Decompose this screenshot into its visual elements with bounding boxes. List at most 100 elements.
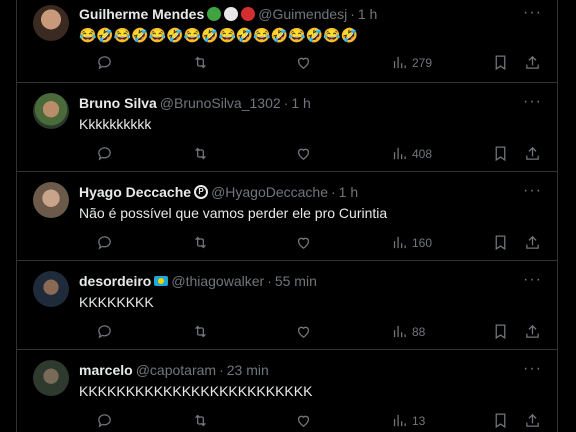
retweet-button[interactable] [192,412,209,429]
timestamp[interactable]: 1 h [339,184,358,200]
retweet-icon [195,236,206,249]
display-name[interactable]: Guilherme Mendes [79,6,204,22]
retweet-icon [195,56,206,69]
share-button[interactable] [524,54,541,71]
separator: · [350,6,355,22]
bookmark-button[interactable] [492,323,509,340]
views-button[interactable]: 279 [391,54,432,71]
share-icon [526,235,539,249]
views-count: 160 [412,235,433,250]
share-icon [526,146,539,160]
bookmark-icon [495,324,506,340]
avatar[interactable] [33,182,69,218]
reply-feed: Guilherme Mendes @Guimendesj · 1 h ··· 😂… [16,0,558,432]
views-button[interactable]: 88 [391,323,425,340]
more-options-icon[interactable]: ··· [523,361,541,382]
reply-button[interactable] [96,412,113,429]
views-button[interactable]: 13 [391,412,425,429]
tweet[interactable]: desordeiro @thiagowalker · 55 min ··· KK… [17,261,557,350]
retweet-button[interactable] [192,145,209,162]
bookmark-button[interactable] [492,145,509,162]
avatar[interactable] [33,271,69,307]
avatar[interactable] [33,93,69,129]
tweet[interactable]: marcelo @capotaram · 23 min ··· KKKKKKKK… [17,350,557,432]
palau-flag-icon [154,276,169,286]
more-options-icon[interactable]: ··· [523,5,541,26]
retweet-button[interactable] [192,54,209,71]
views-count: 408 [412,146,433,161]
separator: · [283,95,289,111]
bookmark-button[interactable] [492,54,509,71]
reply-icon [98,325,111,339]
tweet[interactable]: Bruno Silva @BrunoSilva_1302 · 1 h ··· K… [17,83,557,172]
reply-button[interactable] [96,323,113,340]
reply-button[interactable] [96,145,113,162]
retweet-icon [195,325,206,338]
like-button[interactable] [295,145,312,162]
bookmark-icon [495,235,506,251]
views-button[interactable]: 408 [391,145,432,162]
p-badge-icon: P [194,185,209,199]
heart-icon [297,326,310,338]
avatar[interactable] [33,5,69,41]
timestamp[interactable]: 1 h [291,95,310,111]
reply-button[interactable] [96,54,113,71]
more-options-icon[interactable]: ··· [523,94,541,115]
retweet-icon [195,147,206,160]
tweet-text: Não é possível que vamos perder ele pro … [79,205,388,221]
tweet[interactable]: Hyago Deccache P @HyagoDeccache · 1 h ··… [17,172,557,261]
share-button[interactable] [524,323,541,340]
heart-icon [297,148,310,160]
reply-icon [98,56,111,70]
display-name[interactable]: marcelo [79,362,133,378]
tweet-actions: 160 [79,234,547,254]
like-button[interactable] [295,54,312,71]
reply-icon [98,414,111,428]
views-chart-icon [393,414,406,427]
reply-button[interactable] [96,234,113,251]
views-count: 88 [412,324,426,339]
tweet[interactable]: Guilherme Mendes @Guimendesj · 1 h ··· 😂… [17,0,557,83]
display-name[interactable]: Bruno Silva [79,95,157,111]
bookmark-icon [495,55,506,71]
tweet-actions: 279 [79,54,547,74]
handle[interactable]: @Guimendesj [258,6,347,22]
reply-icon [98,147,111,161]
bookmark-icon [495,146,506,162]
green-circle-emoji-icon [207,7,222,21]
views-chart-icon [393,325,406,338]
retweet-button[interactable] [192,234,209,251]
share-button[interactable] [524,145,541,162]
views-button[interactable]: 160 [391,234,432,251]
more-options-icon[interactable]: ··· [523,272,541,293]
timestamp[interactable]: 1 h [358,6,377,22]
bookmark-button[interactable] [492,234,509,251]
more-options-icon[interactable]: ··· [523,183,541,204]
views-chart-icon [393,236,406,249]
tweet-actions: 408 [79,145,547,165]
heart-icon [297,415,310,427]
timestamp[interactable]: 55 min [275,273,317,289]
heart-icon [297,237,310,249]
separator: · [267,273,272,289]
retweet-icon [195,414,206,427]
share-icon [526,55,539,69]
display-name[interactable]: desordeiro [79,273,151,289]
like-button[interactable] [295,412,312,429]
bookmark-button[interactable] [492,412,509,429]
like-button[interactable] [295,323,312,340]
red-circle-emoji-icon [241,7,256,21]
share-button[interactable] [524,234,541,251]
share-button[interactable] [524,412,541,429]
handle[interactable]: @HyagoDeccache [211,184,328,200]
handle[interactable]: @BrunoSilva_1302 [160,95,281,111]
display-name[interactable]: Hyago Deccache [79,184,191,200]
like-button[interactable] [295,234,312,251]
avatar[interactable] [33,360,69,396]
handle[interactable]: @capotaram [136,362,216,378]
views-count: 279 [412,55,433,70]
handle[interactable]: @thiagowalker [171,273,264,289]
views-chart-icon [393,56,406,69]
retweet-button[interactable] [192,323,209,340]
timestamp[interactable]: 23 min [227,362,269,378]
